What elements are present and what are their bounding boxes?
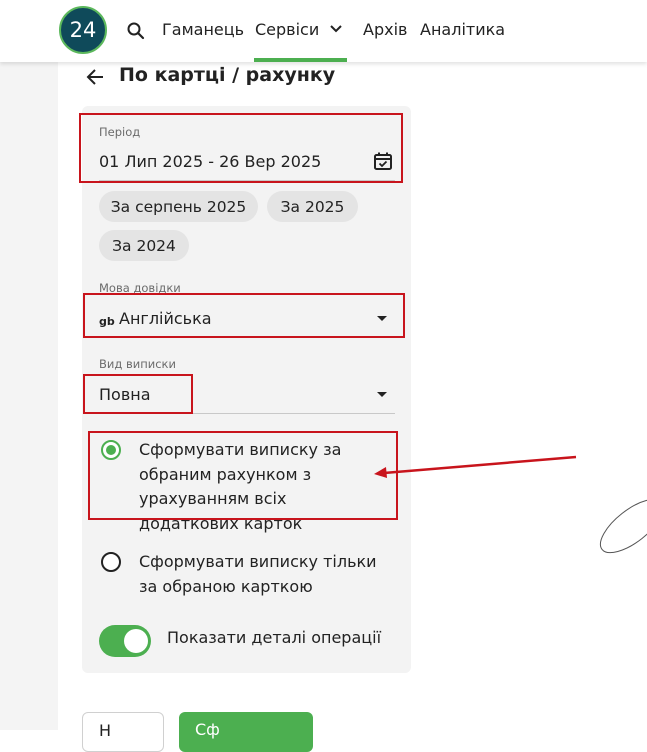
chevron-down-icon[interactable] [330,24,342,34]
statement-type-label: Вид виписки [99,357,176,371]
page-title: По картці / рахунку [119,64,336,86]
chip-2025[interactable]: За 2025 [267,191,358,222]
nav-item-analytics[interactable]: Аналітика [420,20,505,39]
show-details-toggle[interactable] [99,625,151,657]
top-navigation: 24 Гаманець Сервіси Архів Аналітика [0,0,647,62]
back-arrow-icon[interactable] [86,68,104,86]
generate-button[interactable]: Сф [179,712,313,752]
radio-selected-card[interactable] [101,552,121,572]
chip-august-2025[interactable]: За серпень 2025 [99,191,258,222]
annotation-box-radio [88,431,398,520]
annotation-box-language [83,293,405,338]
nav-item-wallet[interactable]: Гаманець [162,20,244,39]
logo[interactable]: 24 [59,6,107,54]
annotation-arrow [374,455,577,478]
show-details-label: Показати деталі операції [167,628,382,647]
left-panel-background [0,62,58,730]
nav-item-archive[interactable]: Архів [363,20,407,39]
secondary-button[interactable]: Н [82,712,164,752]
annotation-box-statement-type [83,374,193,414]
search-icon[interactable] [126,21,146,41]
annotation-box-period [79,113,403,183]
statement-type-dropdown-arrow-icon[interactable] [377,392,387,397]
toggle-knob [124,629,148,653]
radio-selected-card-label[interactable]: Сформувати виписку тільки за обраною кар… [139,550,389,599]
chip-2024[interactable]: За 2024 [99,230,189,261]
decorative-ellipse [599,498,647,554]
logo-text: 24 [69,18,97,42]
nav-item-services[interactable]: Сервіси [255,20,319,39]
nav-active-indicator [254,58,347,62]
